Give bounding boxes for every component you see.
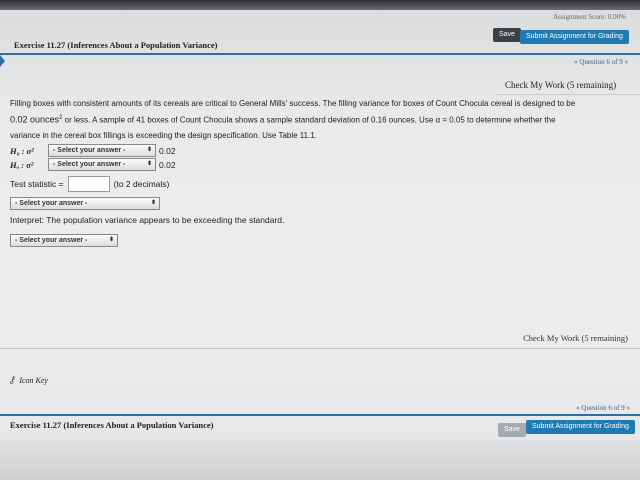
select-arrows-icon: ⬍	[108, 237, 114, 243]
conclusion-select-row: - Select your answer - ⬍	[10, 197, 160, 210]
question-nav[interactable]: « Question 6 of 9 »	[574, 58, 628, 66]
interpret-text: Interpret: The population variance appea…	[10, 215, 285, 225]
save-button-bottom[interactable]: Save	[498, 423, 526, 437]
collapse-arrow-icon[interactable]	[0, 55, 5, 67]
question-nav-bottom[interactable]: « Question 6 of 9 »	[576, 404, 630, 412]
h0-row: H₀ : σ² - Select your answer - ⬍ 0.02	[10, 144, 176, 157]
assignment-score: Assignment Score: 0.00%	[553, 13, 626, 21]
h0-operator-select[interactable]: - Select your answer - ⬍	[48, 144, 156, 157]
key-icon: ⚷	[8, 375, 16, 386]
p-value-select-text: - Select your answer -	[15, 200, 88, 207]
footer-divider	[0, 414, 640, 416]
h0-select-text: - Select your answer -	[53, 147, 126, 154]
submit-assignment-button-bottom[interactable]: Submit Assignment for Grading	[526, 420, 635, 434]
exercise-title: Exercise 11.27 (Inferences About a Popul…	[14, 40, 218, 50]
problem-text-line-3: variance in the cereal box fillings is e…	[10, 130, 317, 140]
variance-value: 0.02 ounces	[10, 114, 60, 125]
h0-value: 0.02	[159, 145, 176, 156]
interpret-select-row: - Select your answer - ⬍	[10, 234, 118, 247]
check-my-work-link[interactable]: Check My Work (5 remaining)	[495, 76, 640, 95]
ha-select-text: - Select your answer -	[53, 161, 126, 168]
p-value-select[interactable]: - Select your answer - ⬍	[10, 197, 160, 210]
icon-key[interactable]: ⚷ Icon Key	[8, 375, 48, 386]
problem-text-line-2: 0.02 ounces2 or less. A sample of 41 box…	[10, 111, 632, 128]
problem-text-sample: or less. A sample of 41 boxes of Count C…	[62, 115, 556, 125]
test-statistic-hint: (to 2 decimals)	[113, 179, 170, 189]
footer-band	[0, 440, 640, 480]
ha-row: Hₐ : σ² - Select your answer - ⬍ 0.02	[10, 158, 176, 171]
test-statistic-row: Test statistic = (to 2 decimals)	[10, 176, 169, 192]
icon-key-label: Icon Key	[19, 376, 48, 385]
content-divider	[0, 348, 640, 349]
test-statistic-label: Test statistic =	[10, 179, 64, 189]
problem-text-line-1: Filling boxes with consistent amounts of…	[10, 99, 576, 108]
header-divider	[0, 53, 640, 55]
select-arrows-icon: ⬍	[146, 147, 152, 153]
submit-assignment-button[interactable]: Submit Assignment for Grading	[520, 30, 629, 44]
interpret-select-text: - Select your answer -	[15, 237, 88, 244]
select-arrows-icon: ⬍	[146, 161, 152, 167]
test-statistic-input[interactable]	[67, 176, 110, 192]
ha-operator-select[interactable]: - Select your answer - ⬍	[48, 158, 156, 171]
problem-statement: Filling boxes with consistent amounts of…	[10, 96, 632, 143]
ha-label: Hₐ : σ²	[10, 159, 34, 170]
h0-label: H₀ : σ²	[10, 145, 34, 156]
ha-value: 0.02	[159, 159, 176, 170]
screen: Assignment Score: 0.00% Save Submit Assi…	[0, 0, 640, 480]
monitor-bezel	[0, 0, 640, 10]
interpret-select[interactable]: - Select your answer - ⬍	[10, 234, 118, 247]
save-button[interactable]: Save	[493, 28, 521, 42]
exercise-title-bottom: Exercise 11.27 (Inferences About a Popul…	[10, 420, 214, 430]
select-arrows-icon: ⬍	[150, 200, 156, 206]
check-my-work-link-bottom[interactable]: Check My Work (5 remaining)	[523, 333, 628, 343]
